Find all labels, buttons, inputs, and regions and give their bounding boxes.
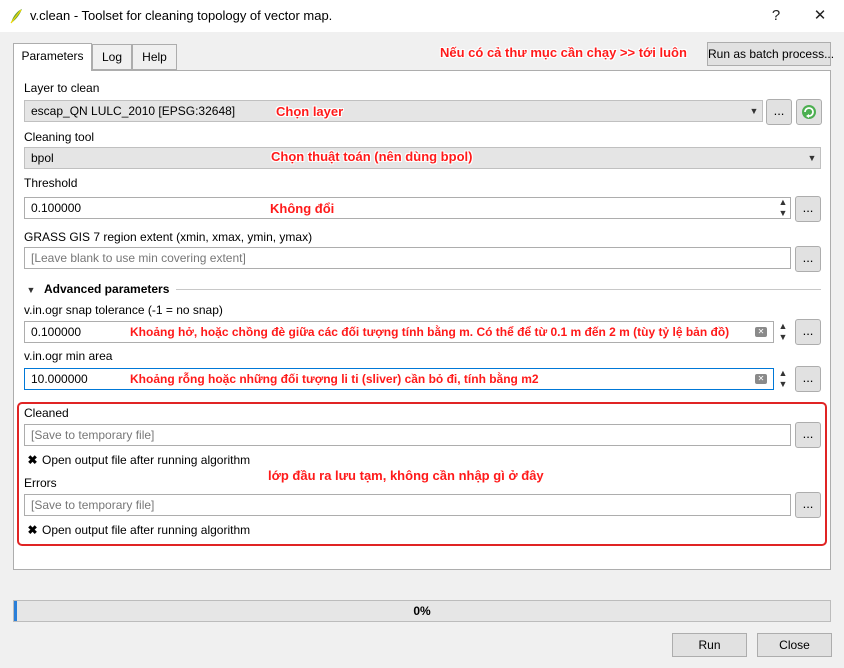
- min-area-label: v.in.ogr min area: [24, 349, 113, 363]
- min-area-value: 10.000000: [31, 372, 88, 386]
- close-button[interactable]: Close: [757, 633, 832, 657]
- annotation-snap: Khoảng hở, hoặc chồng đè giữa các đối tư…: [130, 325, 730, 339]
- annotation-min-area: Khoảng rỗng hoặc những đối tượng li ti (…: [130, 372, 539, 386]
- progress-bar: 0%: [13, 600, 831, 622]
- region-more-button[interactable]: ...: [795, 246, 821, 272]
- chevron-down-icon[interactable]: ▼: [748, 106, 760, 116]
- layer-value: escap_QN LULC_2010 [EPSG:32648]: [31, 104, 236, 118]
- layer-label: Layer to clean: [24, 81, 100, 95]
- annotation-threshold: Không đổi: [270, 201, 335, 216]
- spinner-arrows-icon[interactable]: ▲ ▼: [776, 321, 790, 343]
- collapse-triangle-icon[interactable]: ▼: [26, 285, 36, 295]
- progress-marker: [14, 601, 17, 621]
- iterate-icon: [802, 105, 816, 119]
- advanced-header[interactable]: Advanced parameters: [44, 282, 169, 296]
- spinner-arrows-icon[interactable]: ▲ ▼: [776, 197, 790, 219]
- tab-log[interactable]: Log: [92, 44, 132, 70]
- snap-label: v.in.ogr snap tolerance (-1 = no snap): [24, 303, 223, 317]
- tab-parameters[interactable]: Parameters: [13, 43, 92, 71]
- window-title: v.clean - Toolset for cleaning topology …: [30, 8, 333, 23]
- region-input[interactable]: [Leave blank to use min covering extent]: [24, 247, 791, 269]
- layer-browse-button[interactable]: ...: [766, 99, 792, 125]
- snap-more-button[interactable]: ...: [795, 319, 821, 345]
- threshold-more-button[interactable]: ...: [795, 196, 821, 222]
- clear-icon[interactable]: ✕: [755, 327, 767, 337]
- help-button[interactable]: ?: [764, 4, 788, 28]
- clear-icon[interactable]: ✕: [755, 374, 767, 384]
- qgis-logo-icon: [10, 9, 22, 24]
- close-window-button[interactable]: ✕: [808, 4, 832, 28]
- iterate-button[interactable]: [796, 99, 822, 125]
- divider: [176, 289, 821, 290]
- snap-value: 0.100000: [31, 325, 82, 339]
- min-area-more-button[interactable]: ...: [795, 366, 821, 392]
- threshold-input[interactable]: 0.100000: [24, 197, 791, 219]
- threshold-value: 0.100000: [31, 201, 82, 215]
- run-button[interactable]: Run: [672, 633, 747, 657]
- annotation-output: lớp đầu ra lưu tạm, không cần nhập gì ở …: [268, 468, 544, 483]
- tab-help[interactable]: Help: [132, 44, 177, 70]
- layer-select[interactable]: escap_QN LULC_2010 [EPSG:32648]: [24, 100, 763, 122]
- annotation-tool: Chọn thuật toán (nên dùng bpol): [271, 149, 473, 164]
- title-bar: v.clean - Toolset for cleaning topology …: [0, 0, 844, 32]
- progress-text: 0%: [413, 604, 431, 618]
- tool-label: Cleaning tool: [24, 130, 95, 144]
- annotation-layer: Chọn layer: [276, 104, 344, 119]
- tool-value: bpol: [31, 151, 54, 165]
- chevron-down-icon[interactable]: ▼: [806, 153, 818, 163]
- annotation-batch: Nếu có cả thư mục cần chạy >> tới luôn: [440, 45, 687, 60]
- region-label: GRASS GIS 7 region extent (xmin, xmax, y…: [24, 230, 313, 244]
- spinner-arrows-icon[interactable]: ▲ ▼: [776, 368, 790, 390]
- threshold-label: Threshold: [24, 176, 78, 190]
- run-batch-button[interactable]: Run as batch process...: [707, 42, 834, 66]
